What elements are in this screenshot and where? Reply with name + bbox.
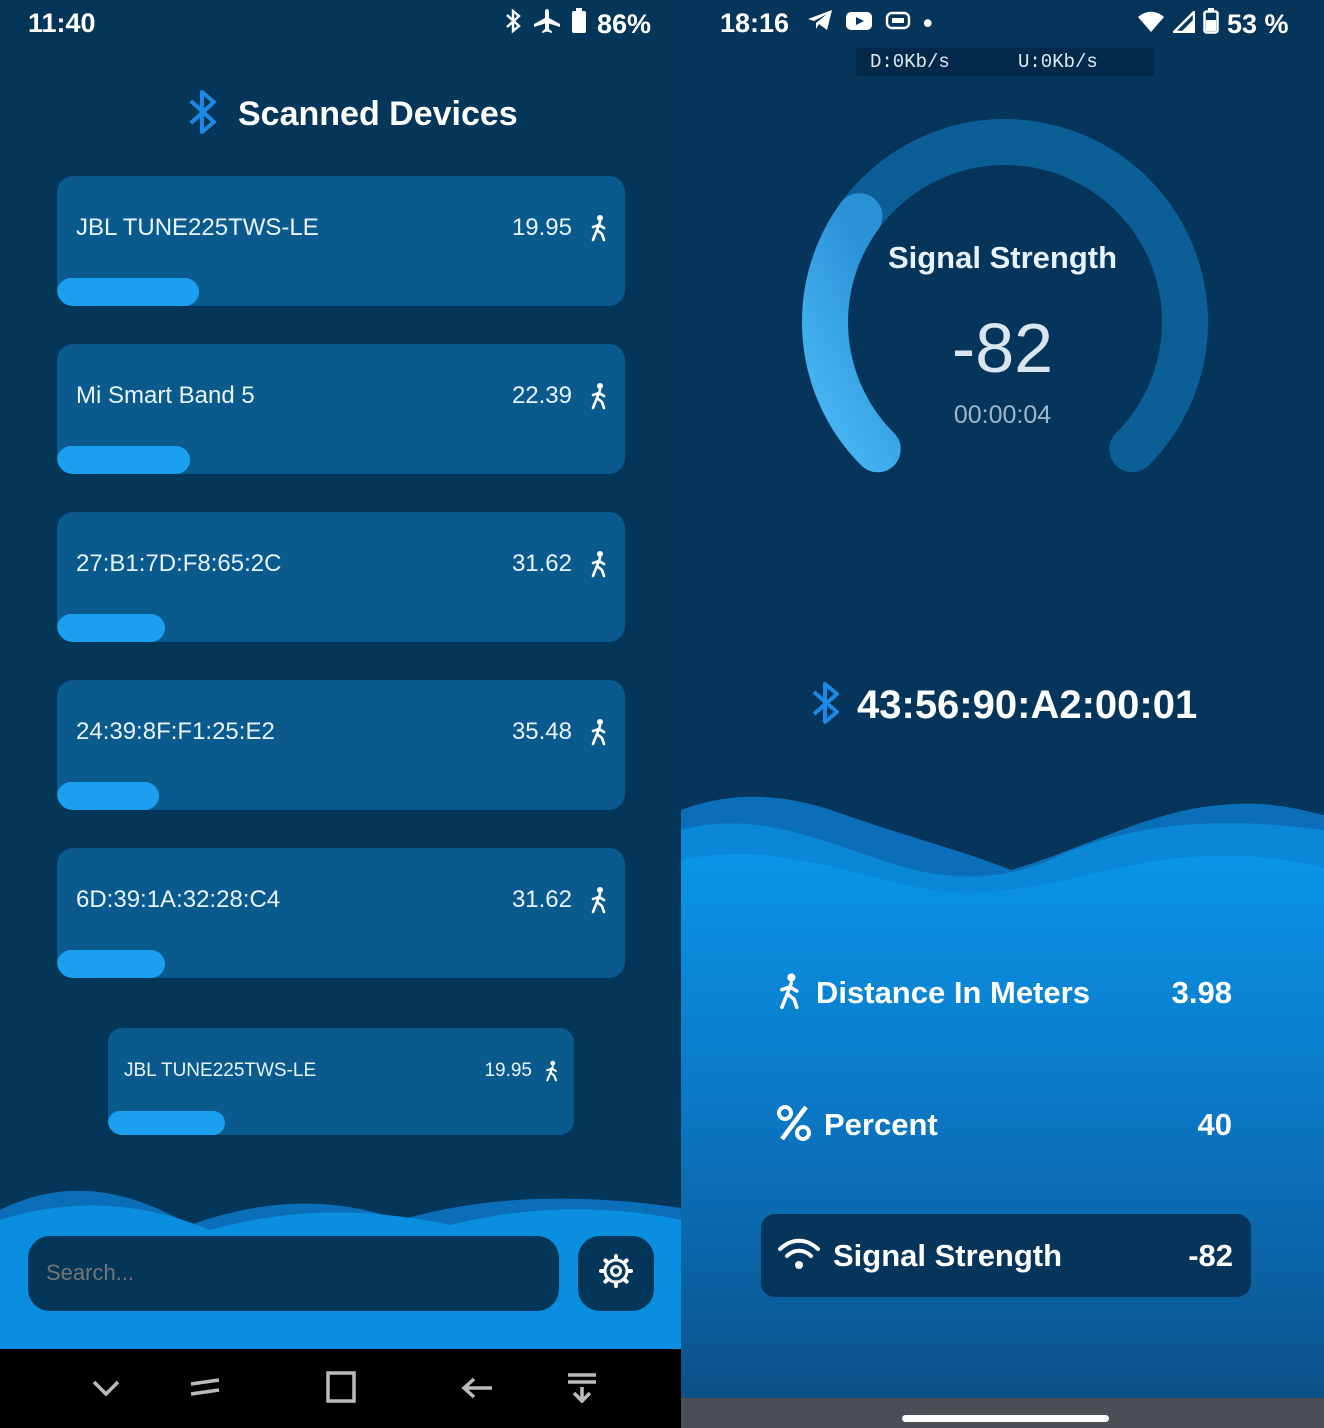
percent-value: 40: [1197, 1107, 1232, 1142]
navigation-bar: [0, 1349, 681, 1428]
walking-person-icon: [589, 718, 609, 746]
system-status-icons: 53 %: [1137, 8, 1289, 41]
message-icon: [885, 8, 911, 39]
device-name: 6D:39:1A:32:28:C4: [76, 886, 281, 913]
cellular-signal-icon: [1170, 8, 1196, 40]
battery-icon: [1203, 8, 1219, 41]
device-distance: 31.62: [511, 886, 572, 913]
walking-person-icon: [776, 972, 804, 1015]
device-card[interactable]: 24:39:8F:F1:25:E2 35.48: [57, 680, 625, 810]
signal-strength-row: Signal Strength -82: [777, 1226, 1233, 1286]
signal-bar: [57, 782, 159, 810]
gear-icon: [599, 1254, 633, 1293]
device-name: JBL TUNE225TWS-LE: [76, 214, 319, 241]
device-distance: 19.95: [484, 1060, 532, 1081]
gesture-navigation-bar: [681, 1398, 1324, 1428]
search-input[interactable]: [46, 1260, 526, 1286]
status-time: 18:16: [720, 8, 790, 38]
bluetooth-icon: [811, 680, 841, 731]
device-name: Mi Smart Band 5: [76, 382, 255, 409]
distance-label: Distance In Meters: [816, 975, 1090, 1010]
signal-strength-gauge: [802, 119, 1208, 473]
device-identifier: 43:56:90:A2:00:01: [811, 680, 1197, 731]
mac-address: 43:56:90:A2:00:01: [857, 683, 1198, 727]
device-name: 24:39:8F:F1:25:E2: [76, 718, 275, 745]
battery-percent: 53 %: [1227, 9, 1289, 39]
network-speed-indicator: D:0Kb/s U:0Kb/s: [856, 48, 1154, 76]
percent-label: Percent: [824, 1107, 938, 1142]
battery-percent: 86%: [597, 9, 652, 39]
battery-icon: [571, 8, 587, 41]
scanned-devices-screen: 11:40 86% Scanned Devices JBL TUNE225TWS…: [0, 0, 681, 1428]
notification-icons: •: [807, 8, 932, 39]
device-distance: 31.62: [511, 550, 572, 577]
walking-person-icon: [589, 886, 609, 914]
walking-person-icon: [589, 382, 609, 410]
notification-dot: •: [923, 8, 933, 38]
download-speed: D:0Kb/s: [870, 51, 950, 73]
switch-apps-icon[interactable]: [185, 1367, 225, 1407]
page-header: Scanned Devices: [188, 88, 518, 141]
gauge-title: Signal Strength: [887, 240, 1118, 275]
home-indicator[interactable]: [902, 1415, 1109, 1422]
device-distance: 35.48: [511, 718, 572, 745]
device-detail-screen: 18:16 • 53 % D:0Kb/s U:0Kb/s Signal Stre…: [681, 0, 1324, 1428]
device-distance: 19.95: [511, 214, 572, 241]
wifi-icon: [777, 1237, 821, 1276]
percent-icon: [776, 1104, 812, 1147]
device-card[interactable]: 6D:39:1A:32:28:C4 31.62: [57, 848, 625, 978]
elapsed-timer: 00:00:04: [953, 401, 1052, 429]
device-distance: 22.39: [511, 382, 572, 409]
back-arrow-icon[interactable]: [458, 1367, 498, 1407]
signal-strength-label: Signal Strength: [833, 1238, 1063, 1273]
gauge-value: -82: [951, 309, 1054, 387]
distance-row: Distance In Meters 3.98: [776, 963, 1232, 1023]
walking-person-icon: [544, 1060, 560, 1082]
walking-person-icon: [589, 550, 609, 578]
device-name: 27:B1:7D:F8:65:2C: [76, 550, 282, 577]
bluetooth-icon: [188, 88, 218, 141]
search-box[interactable]: [28, 1236, 559, 1311]
upload-speed: U:0Kb/s: [1018, 51, 1098, 73]
bluetooth-status-icon: [505, 8, 523, 41]
signal-bar: [57, 446, 190, 474]
pull-down-icon[interactable]: [562, 1367, 602, 1407]
page-title: Scanned Devices: [238, 95, 518, 133]
device-card[interactable]: 27:B1:7D:F8:65:2C 31.62: [57, 512, 625, 642]
signal-bar: [57, 278, 199, 306]
wifi-status-icon: [1137, 9, 1165, 40]
dragged-device-card[interactable]: JBL TUNE225TWS-LE 19.95: [108, 1028, 574, 1135]
device-card[interactable]: JBL TUNE225TWS-LE 19.95: [57, 176, 625, 306]
device-card[interactable]: Mi Smart Band 5 22.39: [57, 344, 625, 474]
signal-bar: [108, 1111, 225, 1135]
signal-bar: [57, 614, 165, 642]
signal-bar: [57, 950, 165, 978]
signal-strength-value: -82: [1188, 1238, 1233, 1273]
youtube-icon: [845, 8, 873, 39]
settings-button[interactable]: [578, 1236, 654, 1311]
home-square-icon[interactable]: [321, 1367, 361, 1407]
status-icons: 86%: [505, 8, 651, 41]
status-time: 11:40: [28, 8, 96, 38]
distance-value: 3.98: [1171, 975, 1232, 1010]
walking-person-icon: [589, 214, 609, 242]
device-name: JBL TUNE225TWS-LE: [124, 1060, 317, 1081]
telegram-icon: [807, 8, 833, 39]
signal-strength-card: Signal Strength -82: [761, 1214, 1251, 1297]
percent-row: Percent 40: [776, 1095, 1232, 1155]
chevron-down-icon[interactable]: [86, 1367, 126, 1407]
airplane-mode-icon: [533, 8, 561, 41]
